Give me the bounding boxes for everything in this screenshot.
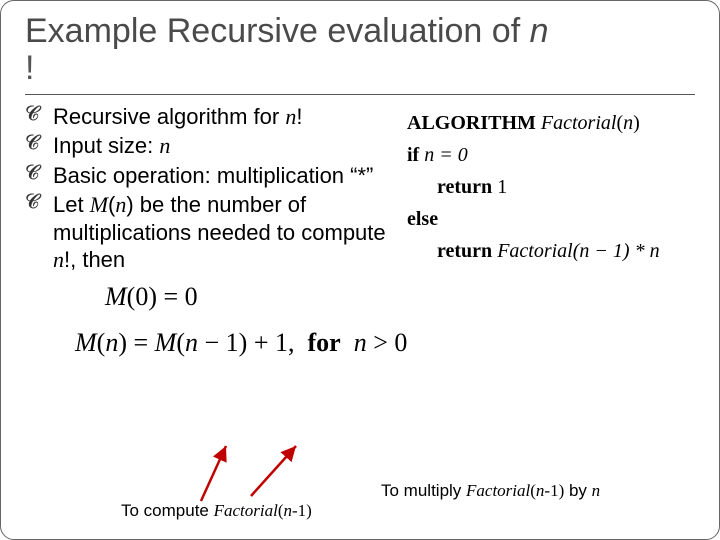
equation-base: M(0) = 0 bbox=[105, 282, 695, 312]
alg-ret1-val: 1 bbox=[497, 176, 507, 198]
cap-r-mid: by bbox=[564, 481, 591, 500]
bullet-1-text: Recursive algorithm for n! bbox=[53, 103, 395, 131]
alg-kw: ALGORITHM bbox=[407, 112, 536, 134]
alg-if: if n = 0 bbox=[407, 139, 695, 171]
b4-n2: n bbox=[53, 247, 64, 272]
bullet-4-text: Let M(n) be the number of multiplication… bbox=[53, 191, 395, 274]
equation-recurrence: M(n) = M(n − 1) + 1, for n > 0 bbox=[75, 328, 695, 358]
b1-pre: Recursive algorithm for bbox=[53, 104, 285, 129]
for-kw: for bbox=[308, 328, 341, 357]
title-var: n bbox=[530, 12, 549, 50]
algorithm-block: ALGORITHM Factorial(n) if n = 0 return 1… bbox=[407, 103, 695, 276]
bullet-3-text: Basic operation: multiplication “*” bbox=[53, 162, 395, 190]
bullet-3: 𝓒 Basic operation: multiplication “*” bbox=[25, 162, 395, 190]
bullet-icon: 𝓒 bbox=[25, 191, 53, 274]
b2-pre: Input size: bbox=[53, 133, 159, 158]
b3-pre: Basic operation: multiplication “*” bbox=[53, 163, 373, 188]
bullet-2: 𝓒 Input size: n bbox=[25, 132, 395, 160]
slide-title: Example Recursive evaluation of n ! bbox=[25, 13, 695, 88]
alg-return1: return 1 bbox=[407, 171, 695, 203]
alg-if-kw: if bbox=[407, 144, 419, 166]
title-bang: ! bbox=[25, 49, 34, 87]
b1-suf: ! bbox=[296, 104, 302, 129]
cap-r-pre: To multiply bbox=[381, 481, 466, 500]
alg-else: else bbox=[407, 203, 695, 235]
caption-left: To compute Factorial(n-1) bbox=[121, 501, 312, 521]
cap-r-it: Factorial bbox=[466, 481, 530, 500]
cap-l-it: Factorial bbox=[214, 501, 278, 520]
bullet-icon: 𝓒 bbox=[25, 162, 53, 190]
cap-l-pre: To compute bbox=[121, 501, 214, 520]
bullet-2-text: Input size: n bbox=[53, 132, 395, 160]
b1-var: n bbox=[285, 104, 296, 129]
alg-head: ALGORITHM Factorial(n) bbox=[407, 107, 695, 139]
title-pre: Example Recursive evaluation of bbox=[25, 12, 530, 50]
alg-name: Factorial bbox=[541, 112, 617, 134]
alg-return2: return Factorial(n − 1) * n bbox=[407, 235, 695, 267]
b4-pre: Let bbox=[53, 192, 90, 217]
alg-ret1-kw: return bbox=[437, 176, 492, 198]
bullet-icon: 𝓒 bbox=[25, 103, 53, 131]
bullet-4: 𝓒 Let M(n) be the number of multiplicati… bbox=[25, 191, 395, 274]
alg-cond: n = 0 bbox=[424, 144, 468, 166]
cap-r-var: n bbox=[592, 481, 601, 500]
bullet-1: 𝓒 Recursive algorithm for n! bbox=[25, 103, 395, 131]
alg-ret2-a: Factorial bbox=[497, 240, 573, 262]
alg-ret2-kw: return bbox=[437, 240, 492, 262]
b4-M: M bbox=[90, 192, 108, 217]
alg-ret2-b: (n − 1) * n bbox=[573, 240, 660, 262]
slide-frame: Example Recursive evaluation of n ! 𝓒 Re… bbox=[0, 0, 720, 540]
alg-arg: n bbox=[623, 112, 633, 134]
b4-tail: !, then bbox=[64, 247, 125, 272]
left-column: 𝓒 Recursive algorithm for n! 𝓒 Input siz… bbox=[25, 103, 395, 276]
title-rule bbox=[25, 94, 695, 95]
alg-else-kw: else bbox=[407, 208, 438, 230]
b4-n: n bbox=[115, 192, 126, 217]
body-columns: 𝓒 Recursive algorithm for n! 𝓒 Input siz… bbox=[25, 103, 695, 276]
caption-right: To multiply Factorial(n-1) by n bbox=[381, 481, 600, 501]
b2-var: n bbox=[159, 133, 170, 158]
bullet-icon: 𝓒 bbox=[25, 132, 53, 160]
